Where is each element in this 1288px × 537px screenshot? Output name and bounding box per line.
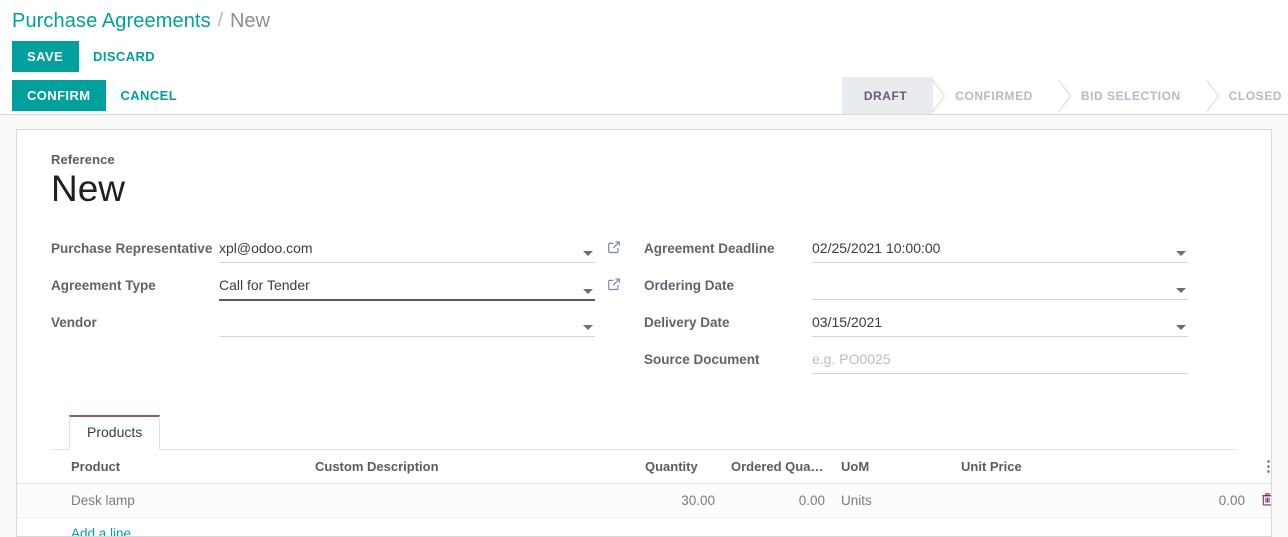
field-control [812,273,1188,300]
optional-columns-button[interactable]: ⋮ [1253,449,1271,484]
status-stage-closed[interactable]: CLOSED [1207,77,1288,114]
statusbar: DRAFT CONFIRMED BID SELECTION CLOSED [841,77,1288,114]
field-label: Delivery Date [644,314,730,330]
field-purchase-representative: Purchase Representative [51,236,644,265]
page-title: New [51,168,126,209]
field-label: Agreement Type [51,277,156,293]
notebook: Products Product Custom Description Quan… [17,414,1271,536]
form-fields-grid: Purchase Representative Agreem [51,236,1237,385]
delivery-date-input[interactable] [812,310,1188,337]
notebook-tabs: Products [51,414,1237,450]
table-body: Desk lamp 30.00 0.00 Units 0.00 Add a li… [17,483,1271,536]
status-stage-draft[interactable]: DRAFT [841,77,934,114]
status-stage-label: CLOSED [1228,88,1282,103]
column-header-custom-description[interactable]: Custom Description [307,449,637,484]
cancel-button[interactable]: CANCEL [106,80,191,111]
control-panel-buttons: SAVE DISCARD [0,36,1288,77]
column-header-product[interactable]: Product [17,449,307,484]
ordering-date-input[interactable] [812,273,1188,300]
confirm-button[interactable]: CONFIRM [12,80,107,111]
save-button[interactable]: SAVE [12,41,80,72]
field-delivery-date: Delivery Date [644,310,1237,339]
field-source-document: Source Document [644,347,1237,376]
field-agreement-deadline: Agreement Deadline [644,236,1237,265]
form-column-left: Purchase Representative Agreem [51,236,644,385]
field-control [219,310,595,337]
field-label: Vendor [51,314,97,330]
cell-unit-price[interactable]: 0.00 [953,483,1253,518]
form-column-right: Agreement Deadline Ordering Date Deliver… [644,236,1237,385]
column-header-quantity[interactable]: Quantity [637,449,723,484]
field-agreement-type: Agreement Type [51,273,644,302]
column-header-uom[interactable]: UoM [833,449,953,484]
purchase-representative-input[interactable] [219,236,595,263]
delete-row-button[interactable] [1253,483,1271,518]
external-link-icon[interactable] [607,237,621,254]
vertical-dots-icon[interactable]: ⋮ [1261,459,1271,474]
record-action-buttons: CONFIRM CANCEL [12,77,191,114]
breadcrumb-separator: / [217,10,223,31]
field-vendor: Vendor [51,310,644,339]
field-label: Source Document [644,351,760,367]
reference-label: Reference [51,152,115,167]
cell-quantity[interactable]: 30.00 [637,483,723,518]
status-stage-label: DRAFT [863,88,908,103]
discard-button[interactable]: DISCARD [79,41,169,72]
field-ordering-date: Ordering Date [644,273,1237,302]
source-document-input[interactable] [812,347,1188,374]
column-header-unit-price[interactable]: Unit Price [953,449,1253,484]
tab-label: Products [87,423,143,440]
status-stage-confirmed[interactable]: CONFIRMED [933,77,1059,114]
field-label: Ordering Date [644,277,735,293]
status-stage-label: BID SELECTION [1080,88,1181,103]
cell-product[interactable]: Desk lamp [17,483,307,518]
external-link-icon[interactable] [607,274,621,291]
cell-custom-description[interactable] [307,483,637,518]
field-label: Purchase Representative [51,240,213,256]
form-sheet: Reference New Purchase Representative xp… [16,129,1272,537]
breadcrumb: Purchase Agreements / New [0,0,1288,36]
status-stage-bid-selection[interactable]: BID SELECTION [1059,77,1207,114]
column-header-ordered-quantity[interactable]: Ordered Qua… [723,449,833,484]
agreement-type-input[interactable] [219,273,595,301]
order-lines-table: Product Custom Description Quantity Orde… [17,449,1271,536]
status-stage-label: CONFIRMED [955,88,1033,103]
cell-ordered-quantity[interactable]: 0.00 [723,483,833,518]
cell-uom[interactable]: Units [833,483,953,518]
action-statusbar-row: CONFIRM CANCEL DRAFT CONFIRMED BID SELEC… [0,77,1288,115]
table-header-row: Product Custom Description Quantity Orde… [17,449,1271,484]
field-control [219,273,595,301]
vendor-input[interactable] [219,310,595,337]
field-control [812,236,1188,263]
page-background: Reference New Purchase Representative xp… [0,115,1288,537]
add-line-row[interactable]: Add a line [17,517,1271,536]
add-line-cell[interactable]: Add a line [17,517,1271,536]
agreement-deadline-input[interactable] [812,236,1188,263]
field-control [812,310,1188,337]
trash-icon[interactable] [1261,492,1271,506]
breadcrumb-root-link[interactable]: Purchase Agreements [12,10,211,33]
field-control [812,347,1188,374]
add-a-line-link[interactable]: Add a line [71,526,131,536]
table-row[interactable]: Desk lamp 30.00 0.00 Units 0.00 [17,483,1271,518]
field-control [219,236,595,263]
field-label: Agreement Deadline [644,240,775,256]
breadcrumb-current: New [229,9,270,32]
table-header: Product Custom Description Quantity Orde… [17,449,1271,484]
tab-products[interactable]: Products [69,414,161,450]
